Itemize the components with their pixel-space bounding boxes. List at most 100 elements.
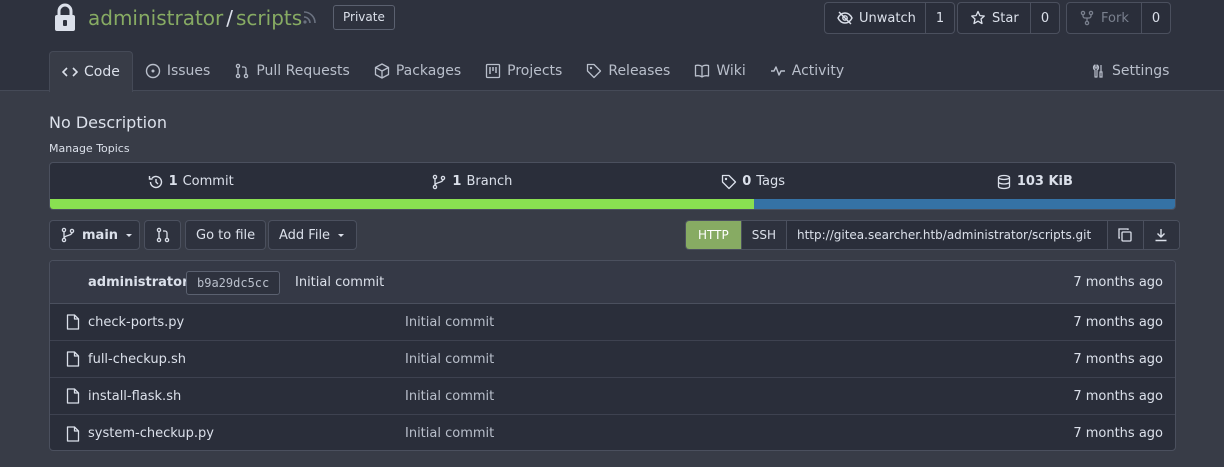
- repo-size: 103 KiB: [1016, 174, 1073, 189]
- tab-projects[interactable]: Projects: [473, 51, 574, 91]
- commit-sha[interactable]: b9a29dc5cc: [186, 271, 281, 295]
- tags-label: Tags: [756, 174, 786, 189]
- commit-age: 7 months ago: [1073, 274, 1163, 290]
- repo-stats: 1 Commit 1 Branch 0 Tags 103 KiB: [49, 162, 1176, 210]
- go-to-file-label: Go to file: [196, 227, 256, 243]
- file-commit-message[interactable]: Initial commit: [405, 426, 494, 441]
- file-icon: [66, 314, 80, 330]
- file-commit-message[interactable]: Initial commit: [405, 389, 494, 404]
- repo-name-link[interactable]: scripts: [236, 6, 302, 30]
- language-bar: [50, 199, 1175, 209]
- eye-slash-icon: [837, 10, 853, 26]
- file-list: administrator b9a29dc5cc Initial commit …: [49, 260, 1176, 451]
- add-file-dropdown[interactable]: Add File: [268, 220, 358, 250]
- tab-activity-label: Activity: [791, 63, 845, 79]
- ssh-clone-button[interactable]: SSH: [740, 221, 787, 249]
- repo-tabs: Code Issues Pull Requests Packages Proje…: [49, 51, 856, 92]
- file-name[interactable]: install-flask.sh: [88, 389, 181, 404]
- file-commit-message[interactable]: Initial commit: [405, 315, 494, 330]
- repo-owner-link[interactable]: administrator: [88, 6, 223, 30]
- star-button[interactable]: Star: [958, 3, 1031, 33]
- tab-activity[interactable]: Activity: [758, 51, 856, 91]
- tab-projects-label: Projects: [507, 63, 563, 79]
- commit-message[interactable]: Initial commit: [295, 275, 384, 290]
- file-name[interactable]: full-checkup.sh: [88, 352, 186, 367]
- size-stat: 103 KiB: [894, 163, 1175, 200]
- tab-issues[interactable]: Issues: [133, 51, 223, 91]
- copy-url-button[interactable]: [1106, 221, 1143, 249]
- book-icon: [694, 63, 710, 79]
- star-label: Star: [992, 10, 1019, 26]
- star-count[interactable]: 0: [1031, 3, 1059, 33]
- watch-count[interactable]: 1: [926, 3, 954, 33]
- caret-down-icon: [336, 230, 346, 240]
- compare-button[interactable]: [144, 220, 181, 250]
- http-clone-button[interactable]: HTTP: [686, 221, 741, 249]
- tags-stat[interactable]: 0 Tags: [613, 163, 894, 200]
- rss-icon[interactable]: [302, 9, 318, 25]
- unwatch-button[interactable]: Unwatch: [825, 3, 926, 33]
- pull-request-icon: [155, 227, 171, 243]
- star-icon: [970, 10, 986, 26]
- manage-topics-link[interactable]: Manage Topics: [49, 142, 130, 155]
- branches-stat[interactable]: 1 Branch: [331, 163, 612, 200]
- file-row[interactable]: check-ports.py Initial commit 7 months a…: [50, 304, 1175, 341]
- file-name[interactable]: system-checkup.py: [88, 426, 214, 441]
- tab-wiki[interactable]: Wiki: [682, 51, 757, 91]
- file-row[interactable]: install-flask.sh Initial commit 7 months…: [50, 378, 1175, 415]
- commits-count: 1: [168, 174, 178, 189]
- fork-label: Fork: [1101, 10, 1129, 26]
- tab-settings-label: Settings: [1112, 63, 1170, 79]
- tab-packages[interactable]: Packages: [362, 51, 473, 91]
- copy-icon: [1117, 227, 1133, 243]
- unwatch-label: Unwatch: [859, 10, 916, 26]
- branch-dropdown[interactable]: main: [49, 220, 140, 250]
- tag-icon: [586, 63, 602, 79]
- tab-pull-requests[interactable]: Pull Requests: [222, 51, 361, 91]
- language-bar-segment: [754, 199, 1175, 209]
- file-row[interactable]: system-checkup.py Initial commit 7 month…: [50, 415, 1175, 450]
- tab-settings[interactable]: Settings: [1078, 51, 1181, 91]
- commits-stat[interactable]: 1 Commit: [50, 163, 331, 200]
- commits-label: Commit: [182, 174, 234, 189]
- file-icon: [66, 388, 80, 404]
- clone-url-input[interactable]: http://gitea.searcher.htb/administrator/…: [786, 221, 1107, 249]
- tab-code-label: Code: [84, 64, 120, 80]
- branches-count: 1: [452, 174, 462, 189]
- repo-header: administrator / scripts Private Unwatch …: [0, 0, 1224, 92]
- tab-packages-label: Packages: [395, 63, 462, 79]
- file-icon: [66, 351, 80, 367]
- tab-releases[interactable]: Releases: [574, 51, 682, 91]
- code-icon: [62, 64, 78, 80]
- package-icon: [374, 63, 390, 79]
- language-bar-segment: [50, 199, 755, 209]
- wrench-icon: [1090, 63, 1106, 79]
- database-icon: [996, 174, 1012, 190]
- file-row[interactable]: full-checkup.sh Initial commit 7 months …: [50, 341, 1175, 378]
- fork-count[interactable]: 0: [1142, 3, 1170, 33]
- add-file-label: Add File: [279, 227, 331, 243]
- lock-icon: [53, 3, 77, 33]
- history-icon: [148, 174, 164, 190]
- caret-down-icon: [124, 230, 134, 240]
- watch-button-group: Unwatch 1: [824, 2, 955, 34]
- fork-icon: [1079, 10, 1095, 26]
- go-to-file-button[interactable]: Go to file: [185, 220, 267, 250]
- file-commit-age: 7 months ago: [1073, 314, 1163, 330]
- repo-title: administrator / scripts: [88, 6, 302, 30]
- tab-wiki-label: Wiki: [716, 63, 746, 79]
- tab-code[interactable]: Code: [49, 51, 133, 92]
- commit-author[interactable]: administrator: [88, 275, 188, 290]
- file-commit-age: 7 months ago: [1073, 426, 1163, 441]
- clone-panel: HTTP SSH http://gitea.searcher.htb/admin…: [685, 220, 1180, 250]
- fork-button[interactable]: Fork: [1067, 3, 1142, 33]
- repo-title-separator: /: [226, 6, 234, 30]
- tab-issues-label: Issues: [166, 63, 211, 79]
- file-name[interactable]: check-ports.py: [88, 315, 184, 330]
- project-icon: [485, 63, 501, 79]
- branch-name: main: [82, 227, 119, 243]
- file-commit-message[interactable]: Initial commit: [405, 352, 494, 367]
- tags-count: 0: [742, 174, 752, 189]
- tag-icon: [721, 174, 737, 190]
- download-button[interactable]: [1142, 221, 1179, 249]
